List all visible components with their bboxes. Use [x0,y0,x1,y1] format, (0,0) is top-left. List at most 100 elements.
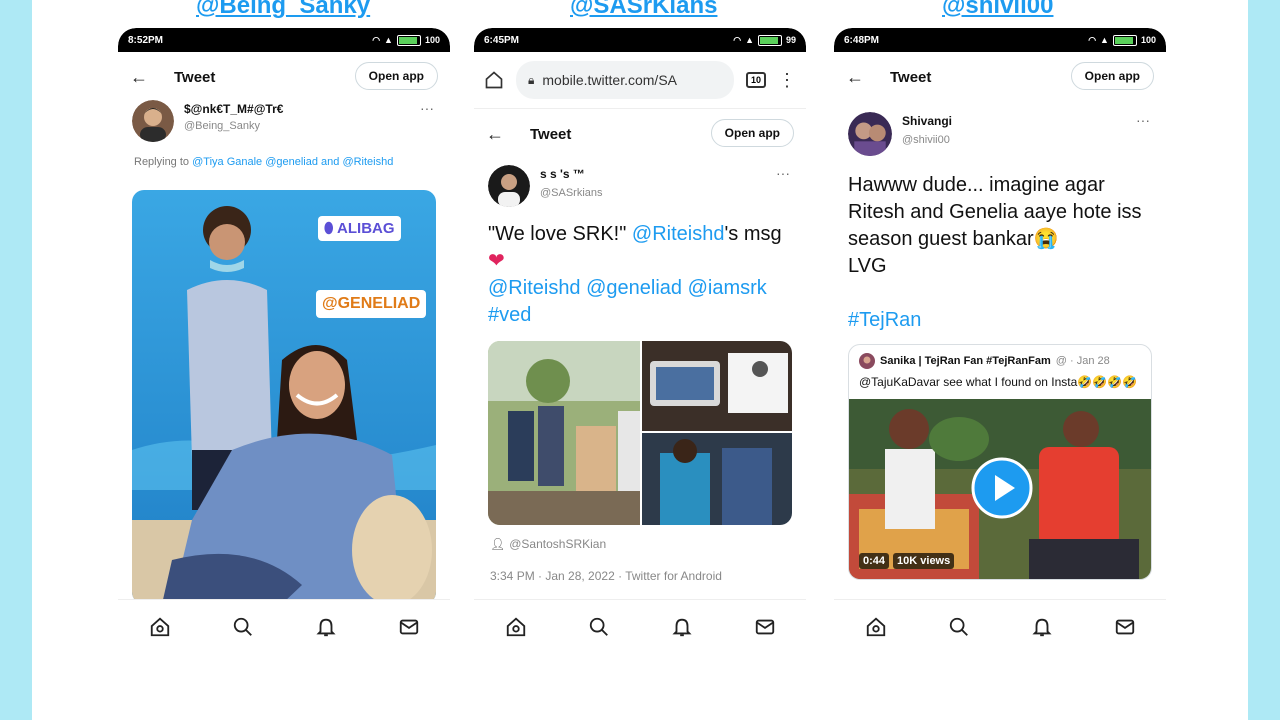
video-duration: 0:44 [859,553,890,569]
battery-icon [757,34,782,46]
status-bar: 6:45PM ◠ ▲ 99 [474,28,806,52]
wifi-icon: ◠ [733,34,742,45]
page-title: Tweet [890,68,932,86]
status-icons: ◠ ▲ 100 [1088,34,1156,46]
bell-icon[interactable] [671,616,693,638]
open-app-button[interactable]: Open app [710,119,794,147]
home-icon[interactable] [484,70,504,90]
page-title: Tweet [530,125,572,143]
back-arrow-icon[interactable]: ← [486,124,504,145]
home-icon[interactable] [865,616,887,638]
avatar[interactable] [488,165,530,207]
battery-icon [1112,34,1137,46]
video-views: 10K views [893,553,955,569]
tweet-image[interactable]: ⬮ ALIBAG @GENELIAD [132,190,436,604]
mail-icon[interactable] [1114,616,1136,638]
tweet-text: Hawww dude... imagine agar Ritesh and Ge… [834,172,1166,334]
heart-icon: ❤ [488,250,505,272]
video-info: 0:44 10K views [859,553,955,569]
open-app-button[interactable]: Open app [1070,62,1154,90]
replying-to: Replying to @Tiya Ganale @geneliad and @… [118,142,450,190]
hashtag-link[interactable]: #ved [488,304,531,326]
signal-icon: ▲ [745,35,754,45]
browser-toolbar: 🔒︎ mobile.twitter.com/SA 10 ⋮ [474,52,806,109]
author-name[interactable]: $@nk€T_M#@Tr€ [184,102,283,116]
mail-icon[interactable] [754,616,776,638]
status-icons: ◠ ▲ 99 [733,34,796,46]
replying-names[interactable]: @Tiya Ganale @geneliad and @Riteishd [192,156,393,168]
status-icons: ◠ ▲ 100 [372,34,440,46]
photo-tablet[interactable] [642,341,792,431]
tweet-timestamp[interactable]: 3:34 PM · Jan 28, 2022 · Twitter for And… [474,569,806,583]
url-text[interactable]: mobile.twitter.com/SA [542,72,677,88]
battery-icon [396,34,421,46]
quoted-tweet[interactable]: Sanika | TejRan Fan #TejRanFam @ · Jan 2… [848,344,1152,580]
home-icon[interactable] [149,616,171,638]
quote-text: @TajuKaDavar see what I found on Insta🤣🤣… [859,375,1138,389]
battery-level: 100 [1140,35,1156,45]
signal-icon: ▲ [1100,35,1109,45]
mention-link[interactable]: @Riteishd [632,223,725,245]
tweet-author: $@nk€T_M#@Tr€ @Being_Sanky ··· [118,100,450,142]
mentions-links[interactable]: @Riteishd @geneliad @iamsrk [488,277,767,299]
tab-count[interactable]: 10 [745,72,766,88]
tweet-text: "We love SRK!" @Riteishd's msg ❤ @Riteis… [474,221,806,329]
back-arrow-icon[interactable]: ← [130,67,148,88]
bottom-nav [118,599,450,688]
tweet-text-lvg: LVG [848,255,887,277]
search-icon[interactable] [588,616,610,638]
handle-label-2[interactable]: @SASrKians [570,0,717,20]
kebab-icon[interactable]: ··· [776,165,790,181]
menu-kebab-icon[interactable]: ⋮ [778,70,796,91]
quote-video[interactable]: 0:44 10K views [849,399,1151,579]
back-arrow-icon[interactable]: ← [846,67,864,88]
avatar[interactable] [132,100,174,142]
page-title: Tweet [174,68,216,86]
quote-author-name: Sanika | TejRan Fan #TejRanFam [880,355,1051,367]
location-sticker: ⬮ ALIBAG [318,216,401,241]
search-icon[interactable] [948,616,970,638]
address-bar[interactable]: 🔒︎ mobile.twitter.com/SA [516,61,734,99]
status-time: 6:48PM [844,34,880,46]
play-icon[interactable] [971,457,1033,519]
quote-date: @ · Jan 28 [1055,355,1110,367]
hashtag-link[interactable]: #TejRan [848,309,921,331]
author-name[interactable]: Shivangi [902,114,952,128]
tweet-text-line1: "We love SRK!" [488,223,632,245]
open-app-button[interactable]: Open app [354,62,438,90]
avatar[interactable] [848,112,892,156]
phone-screen-3: 6:48PM ◠ ▲ 100 ← Tweet Open app Shivangi… [834,28,1166,688]
location-label: ALIBAG [337,220,395,237]
search-icon[interactable] [232,616,254,638]
bottom-nav [474,599,806,688]
handle-label-1[interactable]: @Being_Sanky [196,0,370,20]
kebab-icon[interactable]: ··· [420,100,434,116]
author-handle[interactable]: @SASrkians [540,187,603,199]
author-name[interactable]: s s 's ™ [540,167,603,181]
wifi-icon: ◠ [372,34,381,45]
tweet-text-line1-end: 's msg [724,223,782,245]
phone-screen-1: 8:52PM ◠ ▲ 100 ← Tweet Open app $@nk€T_M… [118,28,450,688]
lock-icon: 🔒︎ [528,72,535,87]
kebab-icon[interactable]: ··· [1136,112,1150,128]
status-bar: 6:48PM ◠ ▲ 100 [834,28,1166,52]
photo-signing[interactable] [642,433,792,525]
photo-girl-and-woman [132,190,436,604]
tweet-header: ← Tweet Open app [118,52,450,102]
phone-screen-2: 6:45PM ◠ ▲ 99 🔒︎ mobile.twitter.com/SA 1… [474,28,806,688]
bell-icon[interactable] [315,616,337,638]
photo-crowd[interactable] [488,341,640,525]
mention-sticker: @GENELIAD [316,290,427,318]
bottom-nav [834,599,1166,688]
home-icon[interactable] [505,616,527,638]
handle-label-3[interactable]: @shivii00 [942,0,1053,20]
author-handle[interactable]: @Being_Sanky [184,120,283,132]
author-handle[interactable]: @shivii00 [902,134,952,146]
mail-icon[interactable] [398,616,420,638]
quote-avatar [859,353,875,369]
photo-credit: 👤︎ @SantoshSRKian [474,537,806,551]
status-time: 6:45PM [484,34,520,46]
photo-credit-handle[interactable]: @SantoshSRKian [509,537,606,551]
battery-level: 99 [785,35,796,45]
bell-icon[interactable] [1031,616,1053,638]
